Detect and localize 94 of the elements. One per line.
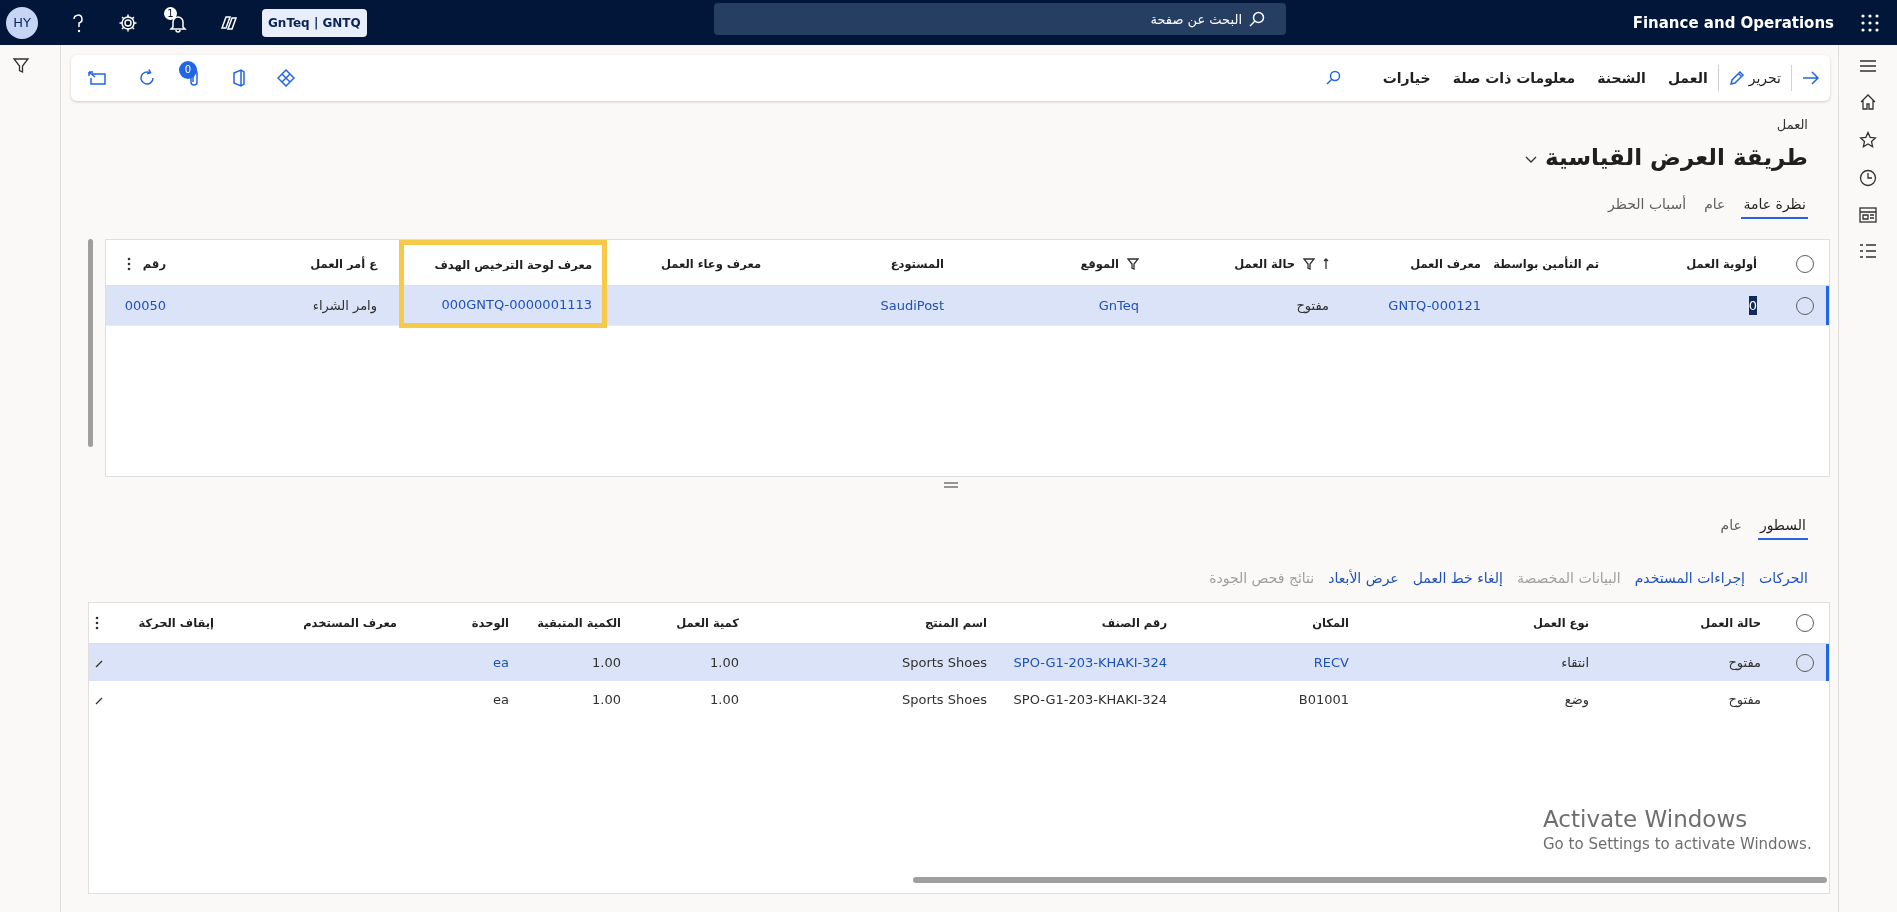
view-title: طريقة العرض القياسية (1545, 144, 1808, 170)
notification-badge: 1 (164, 6, 177, 20)
table-cell: 1.00 (710, 655, 739, 670)
tab[interactable]: عام (1718, 513, 1744, 540)
refresh-icon[interactable] (137, 68, 157, 88)
table-cell: ea (493, 692, 509, 707)
table-cell: مفتوح (1728, 655, 1761, 670)
menu-icon[interactable] (1859, 59, 1877, 73)
table-cell: مفتوح (1728, 692, 1761, 707)
menu-tab[interactable]: العمل (1667, 66, 1708, 90)
column-header-cell[interactable]: الوحدة (407, 603, 519, 644)
breadcrumb: العمل (1775, 117, 1808, 132)
select-all-circle-icon[interactable] (1795, 613, 1815, 633)
column-header-cell[interactable]: اسم المنتج (749, 603, 997, 644)
search-icon (1248, 10, 1266, 28)
more-options-icon[interactable] (126, 256, 131, 271)
avatar[interactable]: HY (6, 6, 38, 39)
table-cell: SPO-G1-203-KHAKI-324 (1013, 692, 1167, 707)
filter-icon[interactable] (12, 57, 30, 75)
pencil-icon (1728, 70, 1745, 86)
action-link[interactable]: إلغاء خط العمل (1412, 570, 1503, 586)
column-header-cell[interactable]: رقم (106, 242, 172, 286)
tab[interactable]: أسباب الحظر (1606, 192, 1689, 219)
column-header-cell[interactable]: معرف المستخدم (224, 603, 407, 644)
link[interactable]: GnTeq (1098, 298, 1139, 313)
link[interactable]: SaudiPost (880, 298, 944, 313)
column-header-cell[interactable]: نوع العمل (1359, 603, 1599, 644)
menu-tab[interactable]: معلومات ذات صلة (1452, 66, 1576, 90)
list-icon[interactable] (1859, 243, 1877, 259)
column-header-cell[interactable]: المستودع (771, 242, 954, 286)
clock-icon[interactable] (1859, 169, 1877, 187)
table-cell: 1.00 (710, 692, 739, 707)
splitter-handle-icon[interactable] (943, 482, 958, 488)
home-icon[interactable] (1859, 93, 1877, 111)
table-cell: 1.00 (592, 655, 621, 670)
table-cell: Sports Shoes (901, 655, 987, 670)
tab[interactable]: عام (1702, 192, 1728, 219)
column-header-cell[interactable]: الموقع (954, 242, 1149, 286)
app-title: Finance and Operations (1632, 13, 1834, 32)
filter-icon[interactable] (1303, 257, 1315, 270)
workspace-icon[interactable] (1859, 207, 1877, 223)
link[interactable]: RECV (1313, 655, 1349, 670)
search-icon[interactable] (1324, 70, 1341, 86)
edit-button[interactable]: تحرير (1728, 66, 1781, 90)
action-link[interactable]: إجراءات المستخدم (1634, 570, 1745, 586)
table-cell: وضع (1564, 692, 1589, 707)
forward-arrow-icon[interactable] (1802, 70, 1820, 86)
search-placeholder: البحث عن صفحة (1150, 11, 1242, 27)
column-header-cell[interactable]: إيقاف الحركة (109, 603, 224, 644)
column-header-cell[interactable]: حالة العمل (1599, 603, 1771, 644)
filter-icon[interactable] (1127, 257, 1139, 270)
company-button[interactable]: GnTeq | GNTQ (262, 8, 367, 37)
select-all-circle-icon[interactable] (1795, 253, 1815, 274)
attachment-badge: 0 (179, 61, 197, 79)
menu-tab[interactable]: الشحنة (1597, 66, 1646, 90)
column-header-cell[interactable]: حالة العمل (1149, 242, 1339, 286)
input-field[interactable]: 0 (1748, 296, 1757, 315)
column-header-cell[interactable]: ع أمر العمل (172, 242, 402, 286)
menu-tab[interactable]: خيارات (1382, 66, 1431, 90)
scrollbar[interactable] (913, 877, 1827, 883)
activation-title: Activate Windows (1543, 806, 1749, 832)
row-select-circle-icon[interactable] (1795, 652, 1815, 673)
column-header-cell[interactable]: الكمية المتبقية (519, 603, 631, 644)
column-header-cell[interactable]: معرف وعاء العمل (604, 242, 771, 286)
link[interactable]: ea (493, 655, 509, 670)
pop-out-icon[interactable] (87, 70, 107, 86)
activation-text: Go to Settings to activate Windows. (1543, 835, 1812, 853)
column-header-cell[interactable]: كمية العمل (631, 603, 749, 644)
more-options-icon[interactable] (95, 616, 99, 630)
table-cell: B01001 (1298, 692, 1349, 707)
office-icon[interactable] (231, 69, 247, 87)
table-cell: Sports Shoes (901, 692, 987, 707)
column-header-cell[interactable]: المكان (1177, 603, 1359, 644)
column-header-cell[interactable]: تم التأمين بواسطة (1491, 242, 1609, 286)
sort-arrow-icon[interactable] (1323, 257, 1329, 270)
settings-icon[interactable] (118, 12, 138, 33)
table-cell: مفتوح (1296, 298, 1329, 313)
app-launcher-icon[interactable] (1860, 12, 1880, 33)
table-cell: وامر الشراء (312, 298, 377, 313)
search-field[interactable]: البحث عن صفحة (714, 3, 1286, 35)
action-link[interactable]: عرض الأبعاد (1328, 570, 1399, 586)
table-cell: انتقاء (1561, 655, 1589, 670)
chevron-down-icon[interactable] (1525, 156, 1538, 164)
column-header-cell[interactable]: معرف العمل (1339, 242, 1491, 286)
tab[interactable]: السطور (1757, 513, 1808, 540)
column-header-cell[interactable]: أولوية العمل (1609, 242, 1767, 286)
scrollbar[interactable] (88, 239, 93, 447)
power-apps-icon[interactable] (277, 69, 295, 87)
action-link[interactable]: الحركات (1758, 570, 1808, 586)
column-header-cell[interactable]: رقم الصنف (997, 603, 1177, 644)
table-cell: 1.00 (592, 692, 621, 707)
star-icon[interactable] (1859, 131, 1877, 149)
row-select-circle-icon[interactable] (1795, 295, 1815, 316)
tab[interactable]: نظرة عامة (1741, 192, 1808, 219)
